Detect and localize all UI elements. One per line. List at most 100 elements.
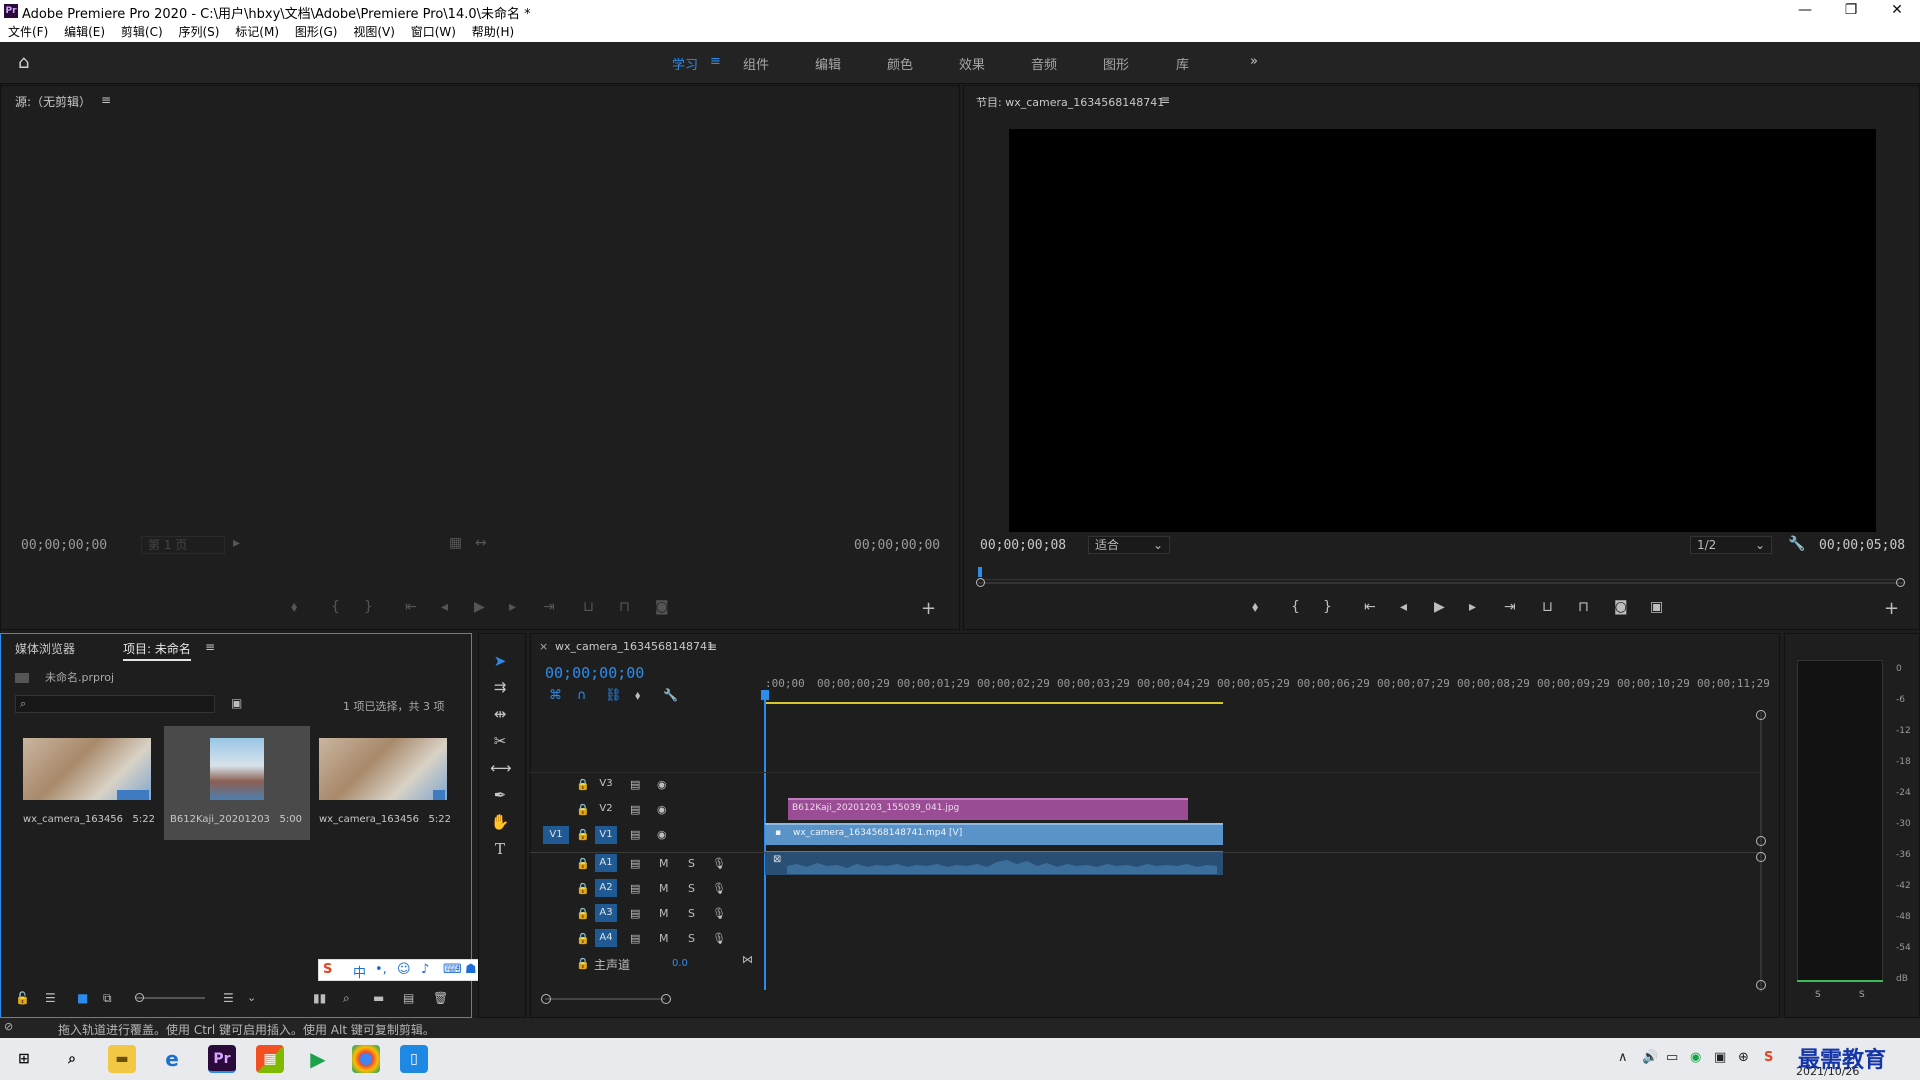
scroll-handle-right[interactable] [1896, 578, 1905, 587]
microphone-icon[interactable]: 🎙 [712, 932, 726, 945]
sync-lock-icon[interactable]: ▤ [630, 778, 640, 791]
scroll-handle-right[interactable] [661, 994, 671, 1004]
solo-button[interactable]: S [688, 932, 695, 945]
scroll-handle[interactable] [1756, 852, 1766, 862]
solo-button[interactable]: S [688, 907, 695, 920]
microphone-icon[interactable]: 🎙 [712, 882, 726, 895]
mute-button[interactable]: M [659, 932, 669, 945]
slip-tool-icon[interactable]: ⟷ [490, 759, 512, 779]
zoom-slider[interactable] [135, 997, 205, 999]
scroll-handle[interactable] [1756, 836, 1766, 846]
solo-button[interactable]: S [688, 857, 695, 870]
scroll-handle-left[interactable] [976, 578, 985, 587]
menu-view[interactable]: 视图(V) [353, 22, 395, 42]
windows-start-icon[interactable]: ⊞ [10, 1045, 38, 1073]
eye-icon[interactable]: ◉ [657, 778, 667, 791]
menu-window[interactable]: 窗口(W) [411, 22, 456, 42]
tray-app-icon[interactable]: ◉ [1690, 1050, 1701, 1065]
panel-menu-icon[interactable]: ≡ [205, 640, 215, 654]
menu-marker[interactable]: 标记(M) [235, 22, 279, 42]
sync-lock-icon[interactable]: ▤ [630, 932, 640, 945]
track-label-a4[interactable]: A4 [595, 929, 617, 947]
linked-selection-icon[interactable]: ⛓ [605, 688, 622, 703]
microphone-icon[interactable]: 🎙 [712, 907, 726, 920]
menu-graphics[interactable]: 图形(G) [295, 22, 338, 42]
close-icon[interactable]: ✕ [1874, 0, 1920, 22]
step-forward-icon[interactable]: ▸ [1469, 599, 1476, 615]
go-to-end-icon[interactable]: ⋈ [742, 953, 753, 966]
mute-button[interactable]: M [659, 882, 669, 895]
ime-chinese-icon[interactable]: 中 [353, 962, 366, 981]
go-to-out-icon[interactable]: ⇥ [1504, 599, 1516, 615]
network-icon[interactable]: ▭ [1666, 1050, 1678, 1065]
lock-icon[interactable]: 🔒 [576, 932, 590, 945]
track-label-a2[interactable]: A2 [595, 879, 617, 897]
add-button-icon[interactable]: + [1884, 598, 1899, 619]
program-ruler[interactable] [978, 570, 1904, 580]
workspace-tab-assembly[interactable]: 组件 [743, 54, 769, 73]
clip-wx-camera-audio[interactable]: ⊠ [765, 851, 1223, 875]
workspace-tab-effects[interactable]: 效果 [959, 54, 985, 73]
ime-user-icon[interactable]: ☗ [465, 962, 477, 977]
menu-clip[interactable]: 剪辑(C) [121, 22, 163, 42]
snap-icon[interactable]: ∩ [577, 688, 587, 703]
source-patch-v1[interactable]: V1 [543, 826, 569, 844]
workspace-tab-editing[interactable]: 编辑 [815, 54, 841, 73]
sync-lock-icon[interactable]: ▤ [630, 907, 640, 920]
clip-b612-image[interactable]: B612Kaji_20201203_155039_041.jpg [788, 798, 1188, 820]
tablet-app-icon[interactable]: ▯ [400, 1045, 428, 1073]
type-tool-icon[interactable]: T [490, 840, 510, 860]
menu-help[interactable]: 帮助(H) [472, 22, 514, 42]
source-page-dropdown[interactable]: 第 1 页 [141, 536, 225, 554]
home-icon[interactable]: ⌂ [18, 52, 38, 73]
eye-icon[interactable]: ◉ [657, 803, 667, 816]
selection-tool-icon[interactable]: ➤ [490, 652, 510, 672]
track-label-v1[interactable]: V1 [595, 826, 617, 844]
panel-menu-icon[interactable]: ≡ [101, 93, 111, 107]
horizontal-zoom-scrollbar[interactable] [545, 998, 665, 1000]
scroll-handle-left[interactable] [541, 994, 551, 1004]
work-area-bar[interactable] [765, 702, 1223, 704]
edge-browser-icon[interactable]: e [158, 1045, 186, 1073]
mark-out-icon[interactable]: } [1323, 599, 1332, 615]
mute-button[interactable]: M [659, 857, 669, 870]
automate-icon[interactable]: ▮▮ [313, 991, 326, 1005]
hand-tool-icon[interactable]: ✋ [490, 813, 510, 833]
restore-icon[interactable]: ❐ [1828, 0, 1874, 22]
wrench-icon[interactable]: 🔧 [663, 688, 678, 702]
lock-icon[interactable]: 🔒 [576, 957, 590, 970]
freeform-view-icon[interactable]: ⧉ [103, 991, 112, 1006]
search-icon[interactable]: ⌕ [58, 1045, 86, 1073]
chevron-down-icon[interactable]: ⌄ [247, 991, 256, 1004]
playhead-handle[interactable] [761, 690, 769, 700]
lock-icon[interactable]: 🔒 [576, 907, 590, 920]
program-video-frame[interactable] [1009, 129, 1876, 532]
menu-file[interactable]: 文件(F) [8, 22, 48, 42]
play-icon[interactable]: ▶ [1434, 599, 1445, 615]
workspace-tab-color[interactable]: 颜色 [887, 54, 913, 73]
extract-icon[interactable]: ⊓ [1578, 599, 1589, 615]
ime-emoji-icon[interactable]: ☺ [397, 962, 411, 977]
ime-voice-icon[interactable]: ♪ [421, 962, 429, 977]
lift-icon[interactable]: ⊔ [1542, 599, 1553, 615]
solo-button[interactable]: S [688, 882, 695, 895]
panel-menu-icon[interactable]: ≡ [707, 640, 717, 654]
workspace-tab-learn[interactable]: 学习 [672, 54, 698, 73]
project-item[interactable]: wx_camera_16345681... 5:22 [17, 726, 163, 840]
add-marker-icon[interactable]: ⬧ [635, 688, 640, 703]
wrench-icon[interactable]: 🔧 [1788, 536, 1805, 552]
mark-in-icon[interactable]: { [1291, 599, 1300, 615]
source-monitor-title[interactable]: 源:（无剪辑） [15, 93, 91, 110]
lock-icon[interactable]: 🔒 [576, 778, 590, 791]
source-timecode-current[interactable]: 00;00;00;00 [21, 538, 107, 553]
more-workspaces-icon[interactable]: » [1250, 54, 1258, 69]
program-timecode-current[interactable]: 00;00;00;08 [980, 538, 1066, 553]
workspace-tab-libraries[interactable]: 库 [1176, 54, 1189, 73]
track-label-v3[interactable]: V3 [595, 775, 617, 793]
track-label-a1[interactable]: A1 [595, 854, 617, 872]
ripple-edit-tool-icon[interactable]: ⇹ [490, 705, 510, 725]
mute-button[interactable]: M [659, 907, 669, 920]
lock-icon[interactable]: 🔒 [576, 882, 590, 895]
sync-lock-icon[interactable]: ▤ [630, 803, 640, 816]
ime-tray-icon[interactable]: ⊕ [1738, 1050, 1749, 1065]
